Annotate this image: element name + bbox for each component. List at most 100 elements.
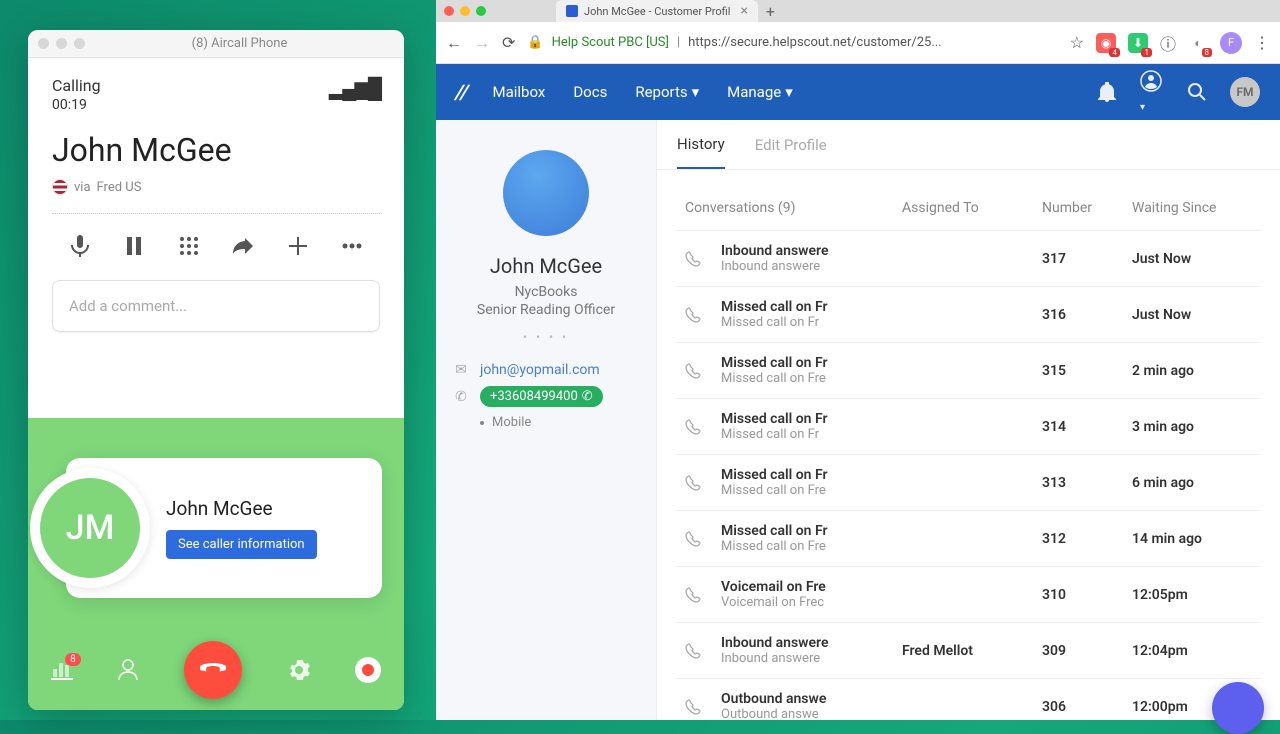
close-browser-dot[interactable] (444, 6, 454, 16)
hangup-button[interactable] (184, 641, 242, 699)
conversation-number: 314 (1042, 419, 1132, 435)
nav-docs[interactable]: Docs (573, 83, 607, 101)
url-bar[interactable]: 🔒 Help Scout PBC [US] | https://secure.h… (527, 35, 1057, 50)
tab-edit-profile[interactable]: Edit Profile (755, 122, 827, 168)
extension-2-icon[interactable]: ⬇1 (1128, 33, 1148, 53)
settings-button[interactable] (288, 659, 310, 681)
tab-history[interactable]: History (677, 121, 725, 169)
maximize-browser-dot[interactable] (476, 6, 486, 16)
notifications-button[interactable] (1098, 82, 1116, 102)
minimize-browser-dot[interactable] (460, 6, 470, 16)
url-text: https://secure.helpscout.net/customer/25… (688, 35, 941, 50)
customer-email-row[interactable]: ✉ john@yopmail.com (452, 362, 640, 378)
maximize-window-dot[interactable] (74, 38, 85, 49)
header-assigned: Assigned To (902, 200, 1042, 216)
search-icon (1188, 83, 1206, 101)
user-avatar[interactable]: FM (1230, 77, 1260, 107)
tab-close-button[interactable]: × (740, 3, 747, 19)
calling-label: Calling (52, 76, 101, 95)
conversation-title: Inbound answere (721, 243, 871, 259)
see-caller-info-button[interactable]: See caller information (166, 530, 317, 559)
keypad-button[interactable] (169, 226, 209, 266)
browser-tab[interactable]: John McGee - Customer Profil × (556, 0, 758, 22)
window-traffic-lights[interactable] (38, 38, 85, 49)
conversation-subtitle: Missed call on Fre (721, 539, 871, 554)
phone-icon: ✆ (452, 389, 470, 405)
ext1-badge: 4 (1109, 48, 1120, 57)
extension-1-icon[interactable]: ◉4 (1096, 33, 1116, 53)
account-menu-button[interactable]: ▾ (1140, 70, 1164, 115)
forward-button[interactable]: → (474, 33, 490, 53)
conversation-subtitle: Voicemail on Frec (721, 595, 871, 610)
aircall-body: Calling 00:19 ▂▄▆█ John McGee via Fred U… (28, 58, 404, 710)
helpscout-logo[interactable]: // (453, 80, 472, 104)
table-row[interactable]: Missed call on FrMissed call on Fre3136 … (675, 455, 1262, 511)
activity-badge: 8 (65, 653, 81, 666)
forward-icon (233, 238, 253, 254)
header-conversations: Conversations (9) (685, 200, 902, 216)
back-button[interactable]: ← (446, 33, 462, 53)
aircall-bottom-bar: 8 (28, 640, 404, 700)
mute-button[interactable] (60, 226, 100, 266)
gear-icon (288, 659, 310, 681)
conversation-waiting: Just Now (1132, 251, 1252, 267)
close-window-dot[interactable] (38, 38, 49, 49)
transfer-button[interactable] (223, 226, 263, 266)
conversation-waiting: 14 min ago (1132, 531, 1252, 547)
bookmark-button[interactable]: ☆ (1070, 33, 1084, 52)
customer-phone-pill[interactable]: +33608499400 ✆ (480, 386, 603, 407)
phone-type-label: Mobile (480, 415, 640, 430)
plus-icon (289, 237, 307, 255)
add-button[interactable] (278, 226, 318, 266)
more-button[interactable] (332, 226, 372, 266)
tab-favicon (566, 5, 578, 17)
bell-icon (1098, 82, 1116, 102)
conversation-number: 306 (1042, 699, 1132, 715)
table-row[interactable]: Outbound answeOutbound answe30612:00pm (675, 679, 1262, 720)
caller-avatar: JM (40, 478, 140, 578)
customer-sidebar: John McGee NycBooks Senior Reading Offic… (436, 120, 656, 720)
customer-company: NycBooks (515, 284, 578, 300)
browser-tab-strip: John McGee - Customer Profil × + (436, 0, 1280, 22)
hold-button[interactable] (114, 226, 154, 266)
nav-reports[interactable]: Reports ▾ (635, 83, 699, 101)
record-button[interactable] (355, 657, 381, 683)
browser-window: John McGee - Customer Profil × + ← → ⟳ 🔒… (436, 0, 1280, 720)
conversation-waiting: 12:05pm (1132, 587, 1252, 603)
reload-button[interactable]: ⟳ (502, 33, 515, 52)
browser-traffic-lights[interactable] (444, 6, 486, 16)
info-icon[interactable]: ⓘ (1160, 31, 1176, 55)
table-row[interactable]: Inbound answereInbound answere317Just No… (675, 231, 1262, 287)
call-icon (685, 251, 721, 267)
table-row[interactable]: Missed call on FrMissed call on Fre31214… (675, 511, 1262, 567)
nav-mailbox[interactable]: Mailbox (493, 83, 546, 101)
call-actions-row (52, 226, 380, 266)
browser-menu-button[interactable]: ⋮ (1254, 33, 1270, 52)
table-row[interactable]: Inbound answereInbound answereFred Mello… (675, 623, 1262, 679)
conversation-title: Missed call on Fr (721, 523, 871, 539)
aircall-phone-window: (8) Aircall Phone Calling 00:19 ▂▄▆█ Joh… (28, 30, 404, 710)
record-icon (362, 664, 374, 676)
table-row[interactable]: Missed call on FrMissed call on Fre3152 … (675, 343, 1262, 399)
new-tab-button[interactable]: + (766, 2, 775, 21)
nav-manage[interactable]: Manage ▾ (727, 83, 793, 101)
comment-input[interactable]: Add a comment... (52, 280, 380, 332)
minimize-window-dot[interactable] (56, 38, 67, 49)
conversation-title: Outbound answe (721, 691, 871, 707)
customer-email: john@yopmail.com (480, 362, 600, 378)
contacts-button[interactable] (118, 659, 138, 681)
profile-tabs: History Edit Profile (657, 120, 1280, 170)
table-row[interactable]: Missed call on FrMissed call on Fr316Jus… (675, 287, 1262, 343)
activity-button[interactable]: 8 (51, 659, 73, 681)
aircall-window-title: (8) Aircall Phone (85, 36, 394, 51)
customer-phone-row[interactable]: ✆ +33608499400 ✆ (452, 386, 640, 407)
call-icon (685, 531, 721, 547)
table-row[interactable]: Voicemail on FreVoicemail on Frec31012:0… (675, 567, 1262, 623)
browser-profile-avatar[interactable]: F (1220, 32, 1242, 54)
table-row[interactable]: Missed call on FrMissed call on Fr3143 m… (675, 399, 1262, 455)
tab-title: John McGee - Customer Profil (584, 5, 730, 18)
extension-3-icon[interactable]: ◐8 (1188, 33, 1208, 53)
profile-more-button[interactable]: • • • • (523, 330, 569, 344)
conversation-title: Voicemail on Fre (721, 579, 871, 595)
search-button[interactable] (1188, 83, 1206, 101)
